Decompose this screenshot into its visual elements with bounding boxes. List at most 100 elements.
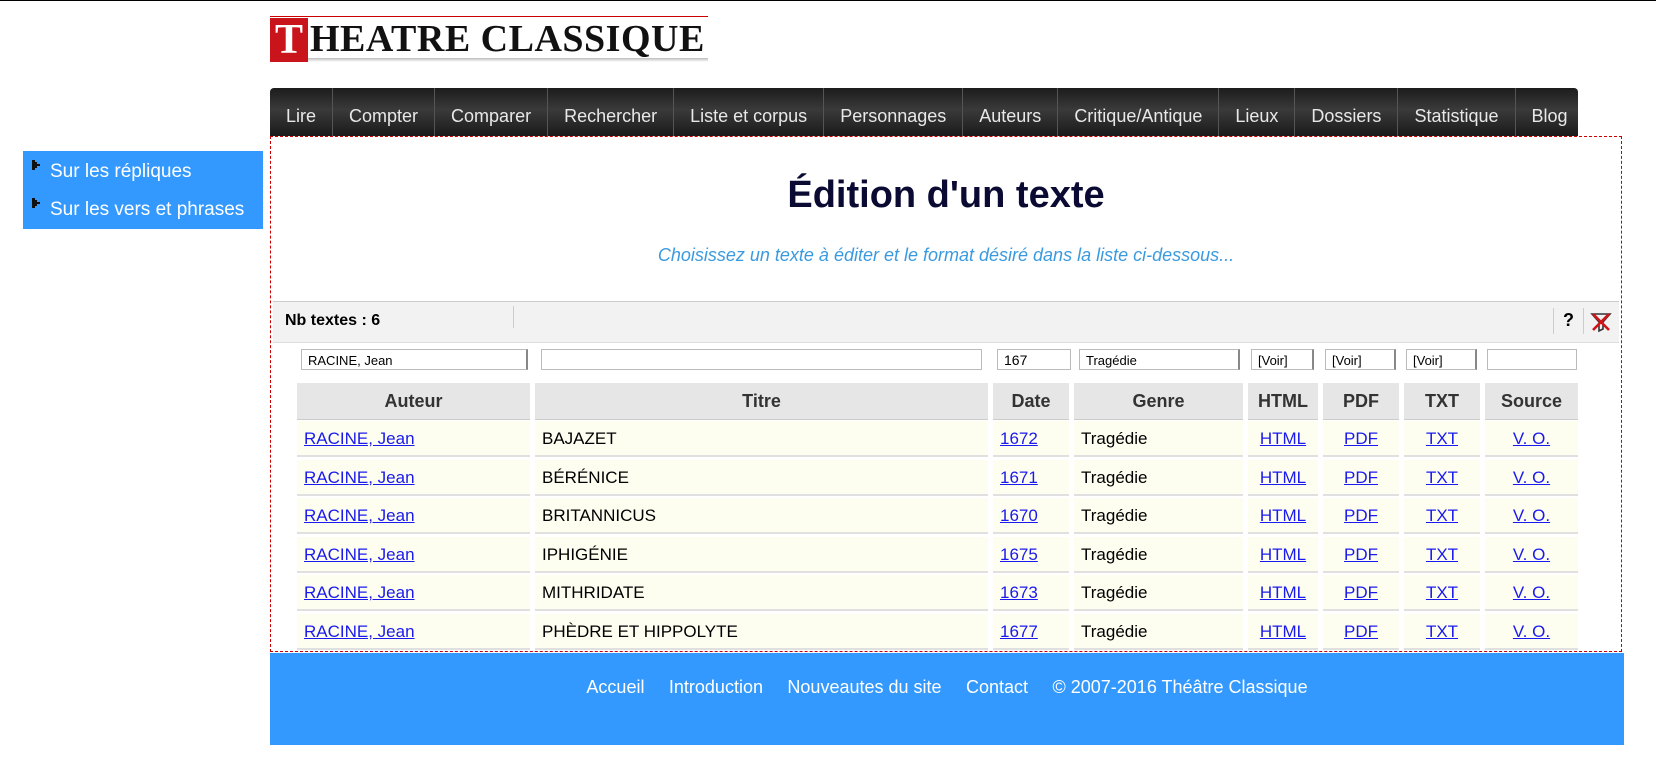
link-date[interactable]: 1673 <box>1000 583 1038 602</box>
filter-source-input[interactable] <box>1487 349 1577 370</box>
cell-source: V. O. <box>1485 575 1578 612</box>
link-source[interactable]: V. O. <box>1513 622 1550 641</box>
nav-comparer[interactable]: Comparer <box>435 88 549 136</box>
link-html[interactable]: HTML <box>1260 506 1306 525</box>
link-txt[interactable]: TXT <box>1426 506 1458 525</box>
link-date[interactable]: 1670 <box>1000 506 1038 525</box>
link-html[interactable]: HTML <box>1260 622 1306 641</box>
footer-link-accueil[interactable]: Accueil <box>586 677 644 697</box>
link-txt[interactable]: TXT <box>1426 468 1458 487</box>
link-html[interactable]: HTML <box>1260 583 1306 602</box>
link-auteur[interactable]: RACINE, Jean <box>304 583 415 602</box>
logo-text: HEATRE CLASSIQUE <box>310 18 705 60</box>
link-pdf[interactable]: PDF <box>1344 468 1378 487</box>
link-txt[interactable]: TXT <box>1426 429 1458 448</box>
link-auteur[interactable]: RACINE, Jean <box>304 506 415 525</box>
toolbar-divider <box>1583 308 1584 334</box>
link-txt[interactable]: TXT <box>1426 583 1458 602</box>
column-header-pdf[interactable]: PDF <box>1323 383 1399 420</box>
link-pdf[interactable]: PDF <box>1344 429 1378 448</box>
toolbar-divider <box>1553 308 1554 334</box>
column-header-txt[interactable]: TXT <box>1404 383 1480 420</box>
link-html[interactable]: HTML <box>1260 545 1306 564</box>
link-pdf[interactable]: PDF <box>1344 583 1378 602</box>
footer-link-introduction[interactable]: Introduction <box>669 677 763 697</box>
cell-date: 1671 <box>993 459 1069 496</box>
cell-date: 1673 <box>993 575 1069 612</box>
link-date[interactable]: 1671 <box>1000 468 1038 487</box>
nav-statistique[interactable]: Statistique <box>1398 88 1516 136</box>
nav-blog[interactable]: Blog <box>1516 88 1584 136</box>
cell-auteur: RACINE, Jean <box>297 575 530 612</box>
nav-liste-corpus[interactable]: Liste et corpus <box>674 88 825 136</box>
filter-html-select[interactable]: [Voir] <box>1251 349 1314 370</box>
site-logo[interactable]: T HEATRE CLASSIQUE <box>270 16 708 64</box>
nav-lieux[interactable]: Lieux <box>1219 88 1296 136</box>
content-panel: Édition d'un texte Choisissez un texte à… <box>270 136 1622 652</box>
clear-filter-icon[interactable] <box>1589 310 1613 334</box>
link-source[interactable]: V. O. <box>1513 583 1550 602</box>
nav-personnages[interactable]: Personnages <box>824 88 964 136</box>
sidebar-item-vers-phrases[interactable]: Sur les vers et phrases <box>23 190 263 229</box>
logo-rule <box>270 16 708 17</box>
cell-source: V. O. <box>1485 421 1578 457</box>
footer-link-nouveautes[interactable]: Nouveautes du site <box>787 677 941 697</box>
cell-auteur: RACINE, Jean <box>297 498 530 535</box>
sidebar-item-repliques[interactable]: Sur les répliques <box>23 151 263 190</box>
link-auteur[interactable]: RACINE, Jean <box>304 468 415 487</box>
column-header-genre[interactable]: Genre <box>1074 383 1243 420</box>
link-txt[interactable]: TXT <box>1426 545 1458 564</box>
link-source[interactable]: V. O. <box>1513 468 1550 487</box>
link-auteur[interactable]: RACINE, Jean <box>304 622 415 641</box>
cell-titre: BAJAZET <box>535 421 988 457</box>
cell-txt: TXT <box>1404 614 1480 650</box>
filter-genre-select[interactable]: Tragédie <box>1079 349 1240 370</box>
link-date[interactable]: 1677 <box>1000 622 1038 641</box>
cell-txt: TXT <box>1404 575 1480 612</box>
nav-auteurs[interactable]: Auteurs <box>963 88 1059 136</box>
nav-lire[interactable]: Lire <box>270 88 334 136</box>
link-date[interactable]: 1672 <box>1000 429 1038 448</box>
link-html[interactable]: HTML <box>1260 429 1306 448</box>
filter-txt-select[interactable]: [Voir] <box>1406 349 1477 370</box>
link-pdf[interactable]: PDF <box>1344 545 1378 564</box>
cell-date: 1670 <box>993 498 1069 535</box>
column-header-html[interactable]: HTML <box>1248 383 1318 420</box>
nav-compter[interactable]: Compter <box>333 88 436 136</box>
link-txt[interactable]: TXT <box>1426 622 1458 641</box>
grid-toolbar: Nb textes : 6 ? <box>273 301 1619 343</box>
filter-auteur-select[interactable]: RACINE, Jean <box>301 349 528 370</box>
link-pdf[interactable]: PDF <box>1344 506 1378 525</box>
sidebar: Sur les répliques Sur les vers et phrase… <box>23 151 263 229</box>
cell-auteur: RACINE, Jean <box>297 536 530 573</box>
cell-genre: Tragédie <box>1074 614 1243 650</box>
link-source[interactable]: V. O. <box>1513 545 1550 564</box>
link-auteur[interactable]: RACINE, Jean <box>304 429 415 448</box>
column-header-date[interactable]: Date <box>993 383 1069 420</box>
nav-critique-antique[interactable]: Critique/Antique <box>1058 88 1220 136</box>
link-pdf[interactable]: PDF <box>1344 622 1378 641</box>
filter-titre-input[interactable] <box>541 349 982 370</box>
help-icon[interactable]: ? <box>1563 310 1574 331</box>
link-source[interactable]: V. O. <box>1513 429 1550 448</box>
filter-pdf-select[interactable]: [Voir] <box>1325 349 1396 370</box>
link-auteur[interactable]: RACINE, Jean <box>304 545 415 564</box>
column-header-source[interactable]: Source <box>1485 383 1578 420</box>
cell-genre: Tragédie <box>1074 575 1243 612</box>
cell-pdf: PDF <box>1323 536 1399 573</box>
nav-dossiers[interactable]: Dossiers <box>1295 88 1399 136</box>
cell-pdf: PDF <box>1323 421 1399 457</box>
link-date[interactable]: 1675 <box>1000 545 1038 564</box>
cell-titre: IPHIGÉNIE <box>535 536 988 573</box>
cell-titre: PHÈDRE ET HIPPOLYTE <box>535 614 988 650</box>
cell-auteur: RACINE, Jean <box>297 614 530 650</box>
footer-link-contact[interactable]: Contact <box>966 677 1028 697</box>
column-header-titre[interactable]: Titre <box>535 383 988 420</box>
link-html[interactable]: HTML <box>1260 468 1306 487</box>
cell-pdf: PDF <box>1323 614 1399 650</box>
filter-date-input[interactable]: 167 <box>997 349 1071 370</box>
link-source[interactable]: V. O. <box>1513 506 1550 525</box>
nav-rechercher[interactable]: Rechercher <box>548 88 675 136</box>
cell-date: 1677 <box>993 614 1069 650</box>
column-header-auteur[interactable]: Auteur <box>297 383 530 420</box>
